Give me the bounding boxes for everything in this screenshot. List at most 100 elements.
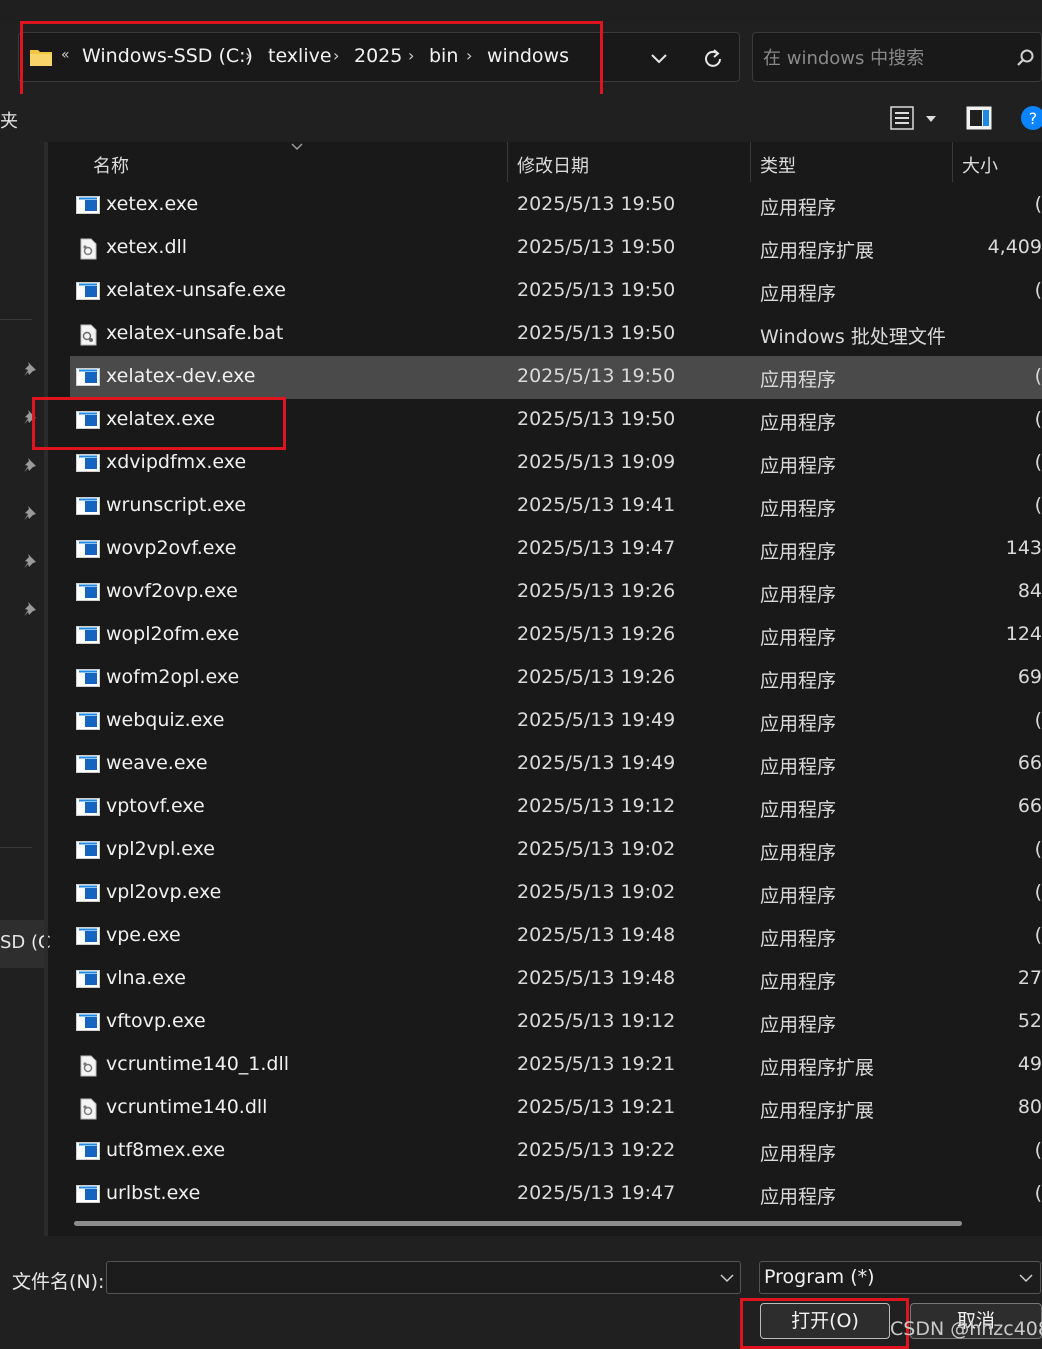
pin-icon[interactable] <box>22 504 40 527</box>
file-row[interactable]: wopl2ofm.exe 2025/5/13 19:26 应用程序 124 <box>70 614 1042 657</box>
file-row[interactable]: wrunscript.exe 2025/5/13 19:41 应用程序 ( <box>70 485 1042 528</box>
pin-icon[interactable] <box>22 408 40 431</box>
breadcrumb-chevron-icon[interactable]: › <box>408 46 414 65</box>
file-name: wovf2ovp.exe <box>106 580 238 602</box>
file-row[interactable]: xelatex-unsafe.bat 2025/5/13 19:50 Windows… <box>70 313 1042 356</box>
chevron-down-icon[interactable] <box>719 1272 735 1284</box>
application-file-icon <box>76 969 100 989</box>
file-name: vpl2vpl.exe <box>106 838 215 860</box>
help-icon[interactable]: ? <box>1020 105 1042 131</box>
chevron-down-icon[interactable] <box>649 51 669 65</box>
column-name[interactable]: 名称 <box>93 152 129 178</box>
file-date: 2025/5/13 19:50 <box>517 279 676 301</box>
search-icon[interactable] <box>1015 48 1035 68</box>
file-row[interactable]: urlbst.exe 2025/5/13 19:47 应用程序 ( <box>70 1173 1042 1216</box>
application-file-icon <box>76 539 100 559</box>
search-input[interactable] <box>761 43 1005 73</box>
file-row[interactable]: utf8mex.exe 2025/5/13 19:22 应用程序 ( <box>70 1130 1042 1173</box>
horizontal-scrollbar[interactable] <box>74 1221 962 1226</box>
file-type: 应用程序扩展 <box>760 1057 875 1079</box>
file-size: 143 <box>1005 537 1042 559</box>
file-row[interactable]: weave.exe 2025/5/13 19:49 应用程序 66 <box>70 743 1042 786</box>
address-bar[interactable]: « Windows-SSD (C:) › texlive › 2025 › bi… <box>18 32 740 82</box>
file-row[interactable]: vcruntime140_1.dll 2025/5/13 19:21 应用程序扩展 4… <box>70 1044 1042 1087</box>
file-size: 27 <box>1017 967 1042 989</box>
file-row[interactable]: vpl2vpl.exe 2025/5/13 19:02 应用程序 ( <box>70 829 1042 872</box>
breadcrumb-chevron-icon[interactable]: › <box>245 46 251 65</box>
file-name: weave.exe <box>106 752 208 774</box>
dll-file-icon <box>76 238 100 260</box>
file-row[interactable]: vlna.exe 2025/5/13 19:48 应用程序 27 <box>70 958 1042 1001</box>
file-type: 应用程序 <box>760 627 837 649</box>
open-button[interactable]: 打开(O) <box>760 1303 890 1339</box>
file-type: 应用程序 <box>760 971 837 993</box>
breadcrumb-windows[interactable]: windows <box>487 45 569 67</box>
file-row[interactable]: vftovp.exe 2025/5/13 19:12 应用程序 52 <box>70 1001 1042 1044</box>
file-type: 应用程序扩展 <box>760 240 875 262</box>
pane-splitter[interactable] <box>44 142 48 1236</box>
file-date: 2025/5/13 19:26 <box>517 623 676 645</box>
file-type: 应用程序 <box>760 498 837 520</box>
file-type: 应用程序 <box>760 541 837 563</box>
file-row[interactable]: vpe.exe 2025/5/13 19:48 应用程序 ( <box>70 915 1042 958</box>
view-list-icon[interactable] <box>890 106 914 130</box>
column-divider[interactable] <box>750 142 751 182</box>
file-row[interactable]: vpl2ovp.exe 2025/5/13 19:02 应用程序 ( <box>70 872 1042 915</box>
column-divider[interactable] <box>952 142 953 182</box>
file-row[interactable]: vptovf.exe 2025/5/13 19:12 应用程序 66 <box>70 786 1042 829</box>
divider <box>0 847 32 848</box>
file-row[interactable]: xetex.dll 2025/5/13 19:50 应用程序扩展 4,409 <box>70 227 1042 270</box>
file-row[interactable]: xelatex-unsafe.exe 2025/5/13 19:50 应用程序 ( <box>70 270 1042 313</box>
file-date: 2025/5/13 19:26 <box>517 666 676 688</box>
pin-icon[interactable] <box>22 552 40 575</box>
file-size: ( <box>1034 408 1042 430</box>
view-dropdown-icon[interactable] <box>924 114 938 124</box>
breadcrumb-2025[interactable]: 2025 <box>354 45 402 67</box>
file-row[interactable]: wovp2ovf.exe 2025/5/13 19:47 应用程序 143 <box>70 528 1042 571</box>
column-type[interactable]: 类型 <box>760 152 796 178</box>
file-row[interactable]: webquiz.exe 2025/5/13 19:49 应用程序 ( <box>70 700 1042 743</box>
chevron-down-icon[interactable] <box>1018 1272 1034 1284</box>
breadcrumb-drive[interactable]: Windows-SSD (C:) <box>82 45 253 67</box>
file-row[interactable]: vcruntime140.dll 2025/5/13 19:21 应用程序扩展 80 <box>70 1087 1042 1130</box>
preview-pane-icon[interactable] <box>966 106 992 130</box>
breadcrumb-chevron-icon[interactable]: › <box>333 46 339 65</box>
filetype-value: Program (*) <box>764 1266 875 1288</box>
breadcrumb-texlive[interactable]: texlive <box>268 45 332 67</box>
toolbar: 夹 ? <box>0 94 1042 142</box>
file-name: vpe.exe <box>106 924 181 946</box>
file-type: 应用程序 <box>760 412 837 434</box>
column-size[interactable]: 大小 <box>962 152 998 178</box>
pin-icon[interactable] <box>22 456 40 479</box>
sidebar-item-drive[interactable]: SD (C <box>0 920 51 968</box>
new-folder-label[interactable]: 夹 <box>0 107 18 133</box>
file-type: 应用程序 <box>760 1186 837 1208</box>
file-type: 应用程序 <box>760 756 837 778</box>
column-divider[interactable] <box>507 142 508 182</box>
breadcrumb-chevron-icon[interactable]: › <box>466 46 472 65</box>
search-box[interactable] <box>752 32 1042 82</box>
file-row[interactable]: wofm2opl.exe 2025/5/13 19:26 应用程序 69 <box>70 657 1042 700</box>
filename-field[interactable] <box>106 1261 741 1294</box>
file-name: utf8mex.exe <box>106 1139 226 1161</box>
file-row[interactable]: wovf2ovp.exe 2025/5/13 19:26 应用程序 84 <box>70 571 1042 614</box>
file-row[interactable]: xdvipdfmx.exe 2025/5/13 19:09 应用程序 ( <box>70 442 1042 485</box>
divider <box>0 319 32 320</box>
pin-icon[interactable] <box>22 360 40 383</box>
file-date: 2025/5/13 19:50 <box>517 408 676 430</box>
file-row[interactable]: xelatex.exe 2025/5/13 19:50 应用程序 ( <box>70 399 1042 442</box>
file-name: vftovp.exe <box>106 1010 206 1032</box>
back-chevrons-icon[interactable]: « <box>61 47 70 63</box>
breadcrumb-bin[interactable]: bin <box>429 45 458 67</box>
column-date[interactable]: 修改日期 <box>517 152 589 178</box>
file-row[interactable]: xetex.exe 2025/5/13 19:50 应用程序 ( <box>70 184 1042 227</box>
refresh-icon[interactable] <box>701 47 725 71</box>
file-name: xetex.exe <box>106 193 199 215</box>
file-row[interactable]: xelatex-dev.exe 2025/5/13 19:50 应用程序 ( <box>70 356 1042 399</box>
application-file-icon <box>76 711 100 731</box>
file-name: wofm2opl.exe <box>106 666 240 688</box>
application-file-icon <box>76 1184 100 1204</box>
file-size: 4,409 <box>987 236 1042 258</box>
filetype-select[interactable]: Program (*) <box>759 1261 1041 1294</box>
pin-icon[interactable] <box>22 600 40 623</box>
